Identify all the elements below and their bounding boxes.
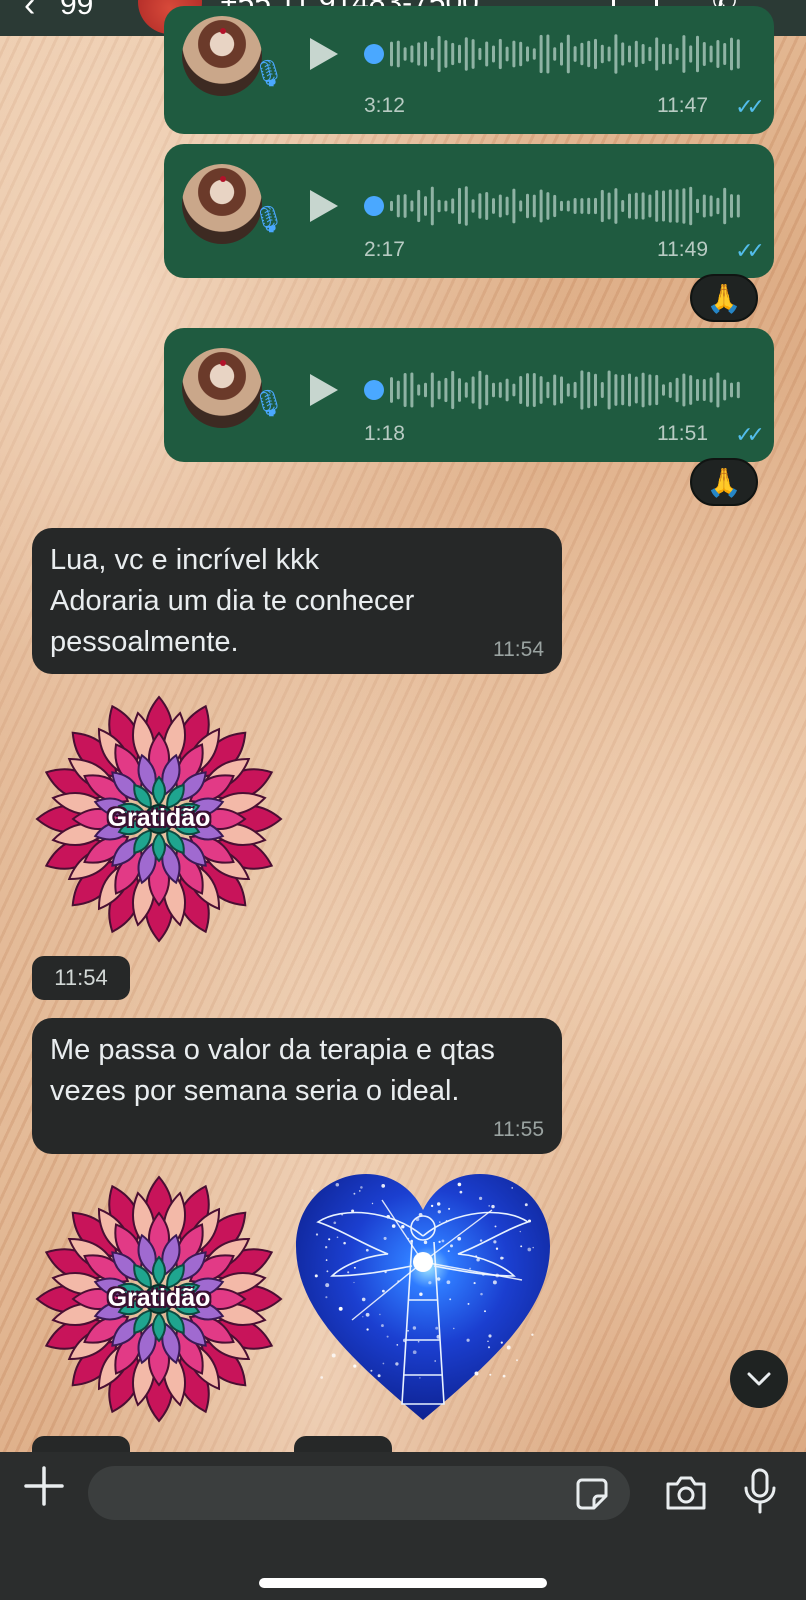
- message-time: 11:54: [493, 638, 544, 661]
- sticker-label: Gratidão: [107, 804, 211, 832]
- scroll-down-button[interactable]: [730, 1350, 788, 1408]
- mic-icon: 🎙: [252, 58, 286, 88]
- voice-duration: 3:12: [364, 94, 405, 117]
- read-ticks-icon: ✓✓: [735, 422, 765, 447]
- camera-icon[interactable]: [664, 1474, 708, 1512]
- incoming-message[interactable]: Lua, vc e incrível kkk Adoraria um dia t…: [32, 528, 562, 674]
- play-icon[interactable]: [310, 374, 338, 406]
- voice-message[interactable]: 🎙 1:18 11:51 ✓✓: [164, 328, 774, 462]
- waveform[interactable]: [364, 368, 744, 412]
- read-ticks-icon: ✓✓: [735, 94, 765, 119]
- message-text: Lua, vc e incrível kkk Adoraria um dia t…: [50, 544, 415, 658]
- message-time: 11:49: [657, 238, 708, 261]
- voice-duration: 2:17: [364, 238, 405, 261]
- angel-heart-sticker[interactable]: [292, 1170, 554, 1426]
- message-text: Me passa o valor da terapia e qtas vezes…: [50, 1034, 495, 1107]
- message-time: 11:55: [493, 1118, 544, 1141]
- play-icon[interactable]: [310, 38, 338, 70]
- sticker-time-partial: [294, 1436, 392, 1452]
- reaction-badge[interactable]: 🙏: [690, 458, 758, 506]
- voice-message[interactable]: 🎙 2:17 11:49 ✓✓: [164, 144, 774, 278]
- play-icon[interactable]: [310, 190, 338, 222]
- sender-avatar: [182, 348, 262, 428]
- plus-icon[interactable]: [24, 1466, 64, 1506]
- read-ticks-icon: ✓✓: [735, 238, 765, 263]
- waveform[interactable]: [364, 184, 744, 228]
- message-time: 11:47: [657, 94, 708, 117]
- sticker-time: 11:54: [32, 956, 130, 1000]
- sticker-icon[interactable]: [574, 1476, 610, 1512]
- incoming-message[interactable]: Me passa o valor da terapia e qtas vezes…: [32, 1018, 562, 1154]
- voice-duration: 1:18: [364, 422, 405, 445]
- back-chevron-icon[interactable]: ‹: [24, 0, 35, 25]
- voice-message[interactable]: 🎙 3:12 11:47 ✓✓: [164, 6, 774, 134]
- mic-icon: 🎙: [252, 388, 286, 418]
- message-input[interactable]: [88, 1466, 630, 1520]
- message-time: 11:51: [657, 422, 708, 445]
- waveform[interactable]: [364, 32, 744, 76]
- chevron-down-icon: [747, 1372, 771, 1386]
- home-indicator: [259, 1578, 547, 1588]
- composer-bar: [0, 1452, 806, 1600]
- sticker-label: Gratidão: [107, 1284, 211, 1312]
- sticker-time-partial: [32, 1436, 130, 1452]
- mic-icon[interactable]: [742, 1468, 778, 1514]
- unread-count[interactable]: 99: [60, 0, 93, 22]
- sender-avatar: [182, 164, 262, 244]
- sender-avatar: [182, 16, 262, 96]
- reaction-badge[interactable]: 🙏: [690, 274, 758, 322]
- mandala-sticker[interactable]: Gratidão: [34, 694, 284, 944]
- mic-icon: 🎙: [252, 204, 286, 234]
- mandala-sticker[interactable]: Gratidão: [34, 1174, 284, 1424]
